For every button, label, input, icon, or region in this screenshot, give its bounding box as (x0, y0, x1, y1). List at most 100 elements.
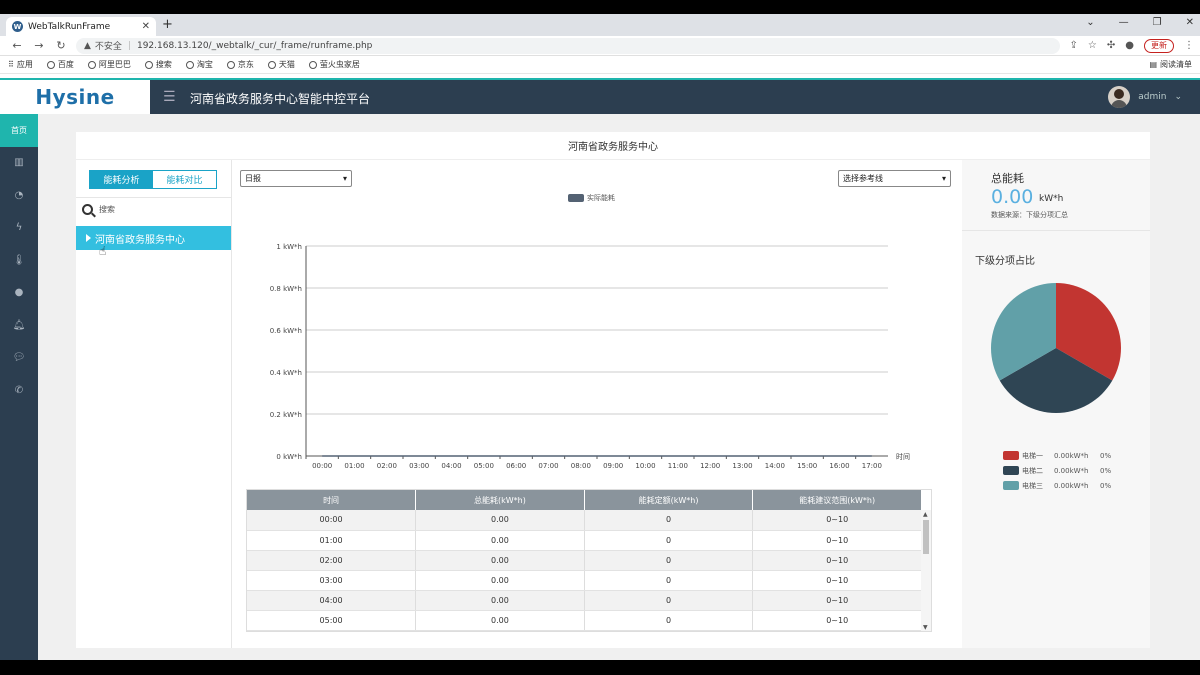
caret-right-icon (86, 234, 91, 242)
period-select[interactable]: 日报 ▾ (240, 170, 352, 187)
globe-icon (144, 60, 153, 69)
table-cell: 0~10 (752, 590, 922, 611)
x-tick-label: 15:00 (797, 462, 817, 470)
table-cell: 0 (584, 590, 754, 611)
main-area: 河南省政务服务中心 能耗分析 能耗对比 搜索 河南省政务服务中心 ☝ 日报 ▾ … (38, 114, 1200, 660)
forward-icon[interactable]: → (28, 39, 50, 52)
update-button[interactable]: 更新 (1144, 38, 1174, 53)
mode-toggle: 能耗分析 能耗对比 (89, 170, 217, 189)
table-cell: 0~10 (752, 530, 922, 551)
webtalk-favicon-icon: W (12, 21, 23, 32)
x-tick-label: 14:00 (765, 462, 785, 470)
legend-name: 电梯一 (1022, 451, 1043, 460)
bookmark-star-icon[interactable]: ☆ (1088, 40, 1097, 51)
user-menu[interactable]: admin ⌄ (1108, 86, 1182, 108)
pie-legend: 电梯一 0.00kW*h 0% 电梯二 0.00kW*h 0% 电梯三 0.00kW*h 0% (1003, 448, 1111, 493)
scroll-thumb[interactable] (923, 520, 929, 554)
scroll-up-icon[interactable]: ▲ (923, 511, 928, 518)
app-title: 河南省政务服务中心智能中控平台 (190, 92, 371, 106)
legend-swatch (1003, 451, 1019, 460)
search-icon (82, 204, 93, 215)
divider (962, 230, 1150, 231)
reference-select[interactable]: 选择参考线 ▾ (838, 170, 951, 187)
column-header: 总能耗(kW*h) (415, 490, 585, 510)
x-tick-label: 05:00 (474, 462, 494, 470)
dashboard-icon[interactable]: ◔ (0, 179, 38, 212)
thermometer-icon[interactable]: 🌡︎ (0, 244, 38, 277)
table-cell: 0 (584, 570, 754, 591)
x-tick-label: 02:00 (377, 462, 397, 470)
tab-search-icon[interactable]: ⌄ (1086, 17, 1094, 28)
legend-value: 0.00kW*h (1054, 481, 1089, 490)
bookmark-taobao[interactable]: 淘宝 (185, 59, 213, 70)
legend-percent: 0% (1100, 451, 1112, 460)
table-row[interactable]: 01:00 0.00 0 0~10 (247, 530, 922, 551)
pie-legend-item[interactable]: 电梯三 0.00kW*h 0% (1003, 478, 1111, 493)
table-row[interactable]: 02:00 0.00 0 0~10 (247, 550, 922, 571)
tab-title: WebTalkRunFrame (28, 21, 111, 32)
bookmark-alibaba[interactable]: 阿里巴巴 (87, 59, 131, 70)
legend-swatch (568, 194, 584, 202)
phone-icon[interactable]: ✆ (0, 374, 38, 407)
table-row[interactable]: 00:00 0.00 0 0~10 (247, 510, 922, 531)
bar-chart-icon[interactable]: ▥ (0, 147, 38, 180)
menu-dots-icon[interactable]: ⋮ (1184, 40, 1194, 51)
bookmark-apps[interactable]: ⠿ 应用 (8, 59, 33, 70)
bookmark-search[interactable]: 搜索 (144, 59, 172, 70)
share-icon[interactable]: ⇪ (1070, 40, 1078, 51)
new-tab-icon[interactable]: + (162, 17, 173, 32)
table-scrollbar[interactable]: ▲ ▼ (921, 510, 931, 631)
bookmark-firefly[interactable]: 萤火虫家居 (308, 59, 360, 70)
reading-list[interactable]: ▤ 阅读清单 (1149, 59, 1192, 70)
restore-icon[interactable]: ❐ (1153, 17, 1162, 28)
bookmarks-bar: ⠿ 应用 百度 阿里巴巴 搜索 淘宝 京东 天猫 萤火虫家居 ▤ 阅读清单 (0, 56, 1200, 74)
x-axis-label: 时间 (896, 452, 910, 461)
user-icon[interactable]: ● (0, 277, 38, 310)
close-window-icon[interactable]: ✕ (1186, 17, 1194, 28)
bookmark-tmall[interactable]: 天猫 (267, 59, 295, 70)
tab-energy-compare[interactable]: 能耗对比 (153, 171, 216, 188)
scroll-down-icon[interactable]: ▼ (923, 624, 928, 631)
extensions-icon[interactable]: ✣ (1107, 40, 1115, 51)
table-row[interactable]: 04:00 0.00 0 0~10 (247, 590, 922, 611)
legend-name: 电梯三 (1022, 481, 1043, 490)
profile-icon[interactable]: ● (1125, 40, 1134, 51)
table-row[interactable]: 05:00 0.00 0 0~10 (247, 610, 922, 631)
pie-legend-item[interactable]: 电梯二 0.00kW*h 0% (1003, 463, 1111, 478)
chat-icon[interactable]: 💬︎ (0, 342, 38, 375)
x-tick-label: 04:00 (441, 462, 461, 470)
reload-icon[interactable]: ↻ (50, 39, 72, 52)
tab-energy-analysis[interactable]: 能耗分析 (90, 171, 153, 188)
close-tab-icon[interactable]: ✕ (142, 21, 150, 32)
pie-legend-item[interactable]: 电梯一 0.00kW*h 0% (1003, 448, 1111, 463)
baidu-icon (46, 60, 55, 69)
y-tick-label: 0.8 kW*h (270, 285, 302, 293)
minimize-icon[interactable]: — (1119, 17, 1129, 28)
energy-table: 时间 总能耗(kW*h) 能耗定额(kW*h) 能耗建议范围(kW*h) 00:00 0… (246, 489, 932, 632)
bell-icon[interactable]: 🔔︎ (0, 309, 38, 342)
hand-cursor-icon: ☝ (99, 244, 107, 258)
table-row[interactable]: 03:00 0.00 0 0~10 (247, 570, 922, 591)
bookmark-jd[interactable]: 京东 (226, 59, 254, 70)
back-icon[interactable]: ← (6, 39, 28, 52)
tab-bar: W WebTalkRunFrame ✕ + ⌄ — ❐ ✕ (0, 14, 1200, 36)
search-input[interactable]: 搜索 (99, 204, 115, 215)
browser-tab[interactable]: W WebTalkRunFrame ✕ (6, 17, 156, 36)
legend-percent: 0% (1100, 466, 1112, 475)
x-tick-label: 17:00 (862, 462, 882, 470)
table-cell: 0~10 (752, 610, 922, 631)
lightning-icon[interactable]: ϟ (0, 212, 38, 245)
bookmark-label: 百度 (57, 60, 74, 69)
tree-search[interactable]: 搜索 (82, 204, 115, 215)
hysine-logo[interactable]: Hysine (0, 80, 150, 114)
chart-area: 日报 ▾ 选择参考线 ▾ 实际能耗 0 kW*h 0.2 kW*h 0.4 kW*h… (234, 160, 960, 648)
total-energy-value: 0.00 (991, 186, 1034, 208)
bookmark-label: 萤火虫家居 (319, 60, 360, 69)
nav-home[interactable]: 首页 (0, 114, 38, 147)
chart-legend[interactable]: 实际能耗 (568, 193, 615, 203)
table-cell: 0 (584, 510, 754, 531)
bookmark-baidu[interactable]: 百度 (46, 59, 74, 70)
x-tick-label: 16:00 (829, 462, 849, 470)
hamburger-menu-icon[interactable]: ☰ (163, 89, 176, 105)
url-field[interactable]: ▲ 不安全 | 192.168.13.120/_webtalk/_cur/_fr… (76, 37, 1060, 54)
